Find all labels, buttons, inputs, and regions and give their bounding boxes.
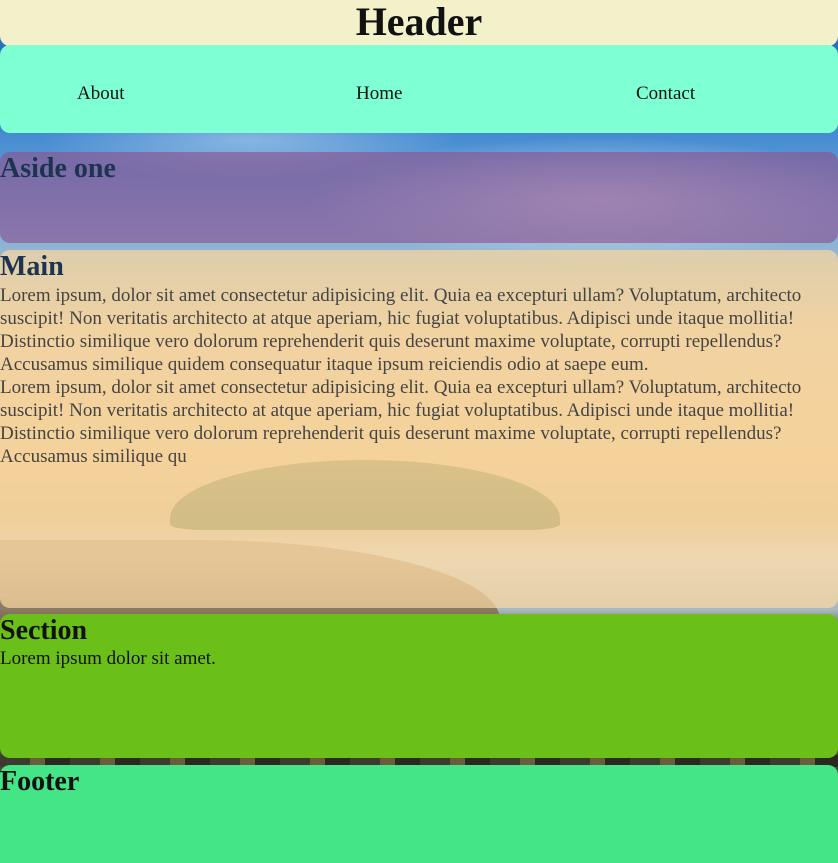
nav-link-home[interactable]: Home [356, 83, 402, 105]
header-title: Header [355, 0, 483, 44]
section-text: Lorem ipsum dolor sit amet. [0, 648, 216, 669]
main-content: Main Lorem ipsum, dolor sit amet consect… [0, 250, 838, 608]
aside-one: Aside one [0, 152, 838, 243]
footer-title: Footer [0, 766, 80, 797]
main-title: Main [0, 251, 64, 282]
aside-title: Aside one [0, 153, 116, 184]
page-header: Header [0, 0, 838, 46]
page-footer: Footer [0, 765, 838, 863]
main-nav: About Home Contact [0, 45, 838, 133]
main-paragraph-2: Lorem ipsum, dolor sit amet consectetur … [0, 377, 802, 467]
content-section: Section Lorem ipsum dolor sit amet. [0, 614, 838, 758]
nav-link-contact[interactable]: Contact [636, 83, 695, 105]
section-title: Section [0, 615, 88, 646]
main-paragraph-1: Lorem ipsum, dolor sit amet consectetur … [0, 285, 802, 375]
nav-link-about[interactable]: About [77, 83, 125, 105]
